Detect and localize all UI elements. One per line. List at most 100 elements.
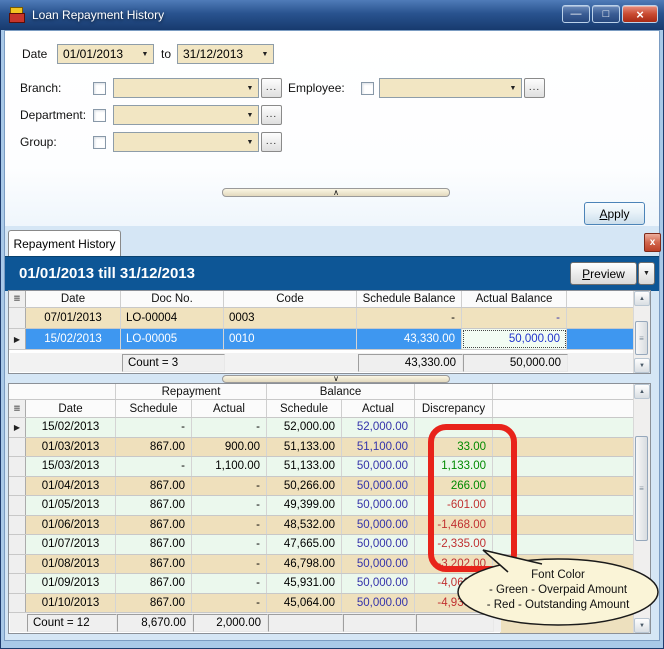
cell-repayment-actual[interactable]: - [192,593,267,612]
cell-actual-balance[interactable]: - [462,308,567,328]
loans-grid-scrollbar[interactable]: ▲ ≡ ▼ [633,291,650,373]
table-row[interactable]: ▶ 15/02/2013 - - 52,000.00 52,000.00 - [9,418,650,438]
table-row[interactable]: 01/06/2013 867.00 - 48,532.00 50,000.00 … [9,515,650,535]
cell-balance-schedule[interactable]: 47,665.00 [267,535,342,554]
cell-repayment-actual[interactable]: - [192,418,267,437]
cell-date[interactable]: 01/09/2013 [26,574,116,593]
cell-date[interactable]: 15/03/2013 [26,457,116,476]
scrollbar-thumb[interactable]: ≡ [635,436,648,541]
cell-discrepancy[interactable]: -2,335.00 [415,535,493,554]
cell-repayment-schedule[interactable]: 867.00 [116,554,192,573]
preview-dropdown-button[interactable]: ▼ [638,262,655,285]
scrollbar-thumb[interactable]: ≡ [635,321,648,355]
cell-date[interactable]: 01/05/2013 [26,496,116,515]
cell-balance-schedule[interactable]: 50,266.00 [267,476,342,495]
close-button[interactable]: × [622,5,658,23]
cell-doc-no[interactable]: LO-00004 [121,308,224,328]
cell-discrepancy[interactable]: -1,468.00 [415,515,493,534]
column-header-discrepancy[interactable]: Discrepancy [415,400,493,417]
cell-balance-actual[interactable]: 50,000.00 [342,496,415,515]
filter-collapse-splitter[interactable]: ∧ [222,188,450,197]
cell-discrepancy[interactable]: - [415,418,493,437]
table-row[interactable]: 07/01/2013 LO-00004 0003 - - [9,308,650,329]
cell-doc-no[interactable]: LO-00005 [121,329,224,349]
cell-balance-schedule[interactable]: 51,133.00 [267,437,342,456]
cell-balance-schedule[interactable]: 51,133.00 [267,457,342,476]
cell-repayment-actual[interactable]: - [192,476,267,495]
cell-repayment-schedule[interactable]: - [116,457,192,476]
cell-repayment-schedule[interactable]: 867.00 [116,515,192,534]
cell-date[interactable]: 01/06/2013 [26,515,116,534]
cell-discrepancy[interactable]: 33.00 [415,437,493,456]
department-checkbox[interactable] [93,109,106,122]
cell-actual-balance-focused[interactable]: 50,000.00 [462,329,567,349]
scroll-down-icon[interactable]: ▼ [634,358,650,373]
column-header-schedule-balance[interactable]: Schedule Balance [357,291,462,307]
grid-splitter[interactable]: ∨ [222,375,450,383]
cell-repayment-actual[interactable]: 900.00 [192,437,267,456]
cell-date[interactable]: 01/08/2013 [26,554,116,573]
table-row[interactable]: 01/03/2013 867.00 900.00 51,133.00 51,10… [9,437,650,457]
employee-browse-button[interactable]: ... [524,78,545,98]
cell-repayment-schedule[interactable]: 867.00 [116,496,192,515]
column-header-repayment-actual[interactable]: Actual [192,400,267,417]
cell-repayment-schedule[interactable]: - [116,418,192,437]
scroll-down-icon[interactable]: ▼ [634,618,650,633]
group-browse-button[interactable]: ... [261,132,282,152]
column-header-actual-balance[interactable]: Actual Balance [462,291,567,307]
cell-date[interactable]: 01/03/2013 [26,437,116,456]
cell-balance-actual[interactable]: 50,000.00 [342,574,415,593]
cell-balance-schedule[interactable]: 45,931.00 [267,574,342,593]
cell-repayment-schedule[interactable]: 867.00 [116,535,192,554]
column-header-balance-schedule[interactable]: Schedule [267,400,342,417]
column-header-balance-actual[interactable]: Actual [342,400,415,417]
table-row-selected[interactable]: ▶ 15/02/2013 LO-00005 0010 43,330.00 50,… [9,329,650,350]
column-header-date[interactable]: Date [26,400,116,417]
cell-balance-actual[interactable]: 50,000.00 [342,535,415,554]
cell-date[interactable]: 01/10/2013 [26,593,116,612]
cell-code[interactable]: 0003 [224,308,357,328]
cell-balance-actual[interactable]: 50,000.00 [342,593,415,612]
cell-repayment-schedule[interactable]: 867.00 [116,476,192,495]
date-from-select[interactable]: 01/01/2013 ▼ [57,44,154,64]
cell-balance-actual[interactable]: 50,000.00 [342,476,415,495]
cell-balance-schedule[interactable]: 48,532.00 [267,515,342,534]
cell-code[interactable]: 0010 [224,329,357,349]
cell-repayment-actual[interactable]: 1,100.00 [192,457,267,476]
cell-balance-actual[interactable]: 51,100.00 [342,437,415,456]
employee-select[interactable]: ▼ [379,78,522,98]
cell-discrepancy[interactable]: 266.00 [415,476,493,495]
restore-button[interactable]: □ [592,5,620,23]
branch-select[interactable]: ▼ [113,78,259,98]
cell-schedule-balance[interactable]: - [357,308,462,328]
cell-balance-schedule[interactable]: 46,798.00 [267,554,342,573]
branch-checkbox[interactable] [93,82,106,95]
cell-repayment-actual[interactable]: - [192,554,267,573]
cell-repayment-actual[interactable]: - [192,515,267,534]
cell-balance-actual[interactable]: 50,000.00 [342,515,415,534]
cell-repayment-schedule[interactable]: 867.00 [116,593,192,612]
tab-close-button[interactable]: x [644,233,661,252]
department-browse-button[interactable]: ... [261,105,282,125]
table-row[interactable]: 01/05/2013 867.00 - 49,399.00 50,000.00 … [9,496,650,516]
branch-browse-button[interactable]: ... [261,78,282,98]
employee-checkbox[interactable] [361,82,374,95]
cell-discrepancy[interactable]: 1,133.00 [415,457,493,476]
cell-repayment-schedule[interactable]: 867.00 [116,574,192,593]
cell-repayment-actual[interactable]: - [192,496,267,515]
cell-repayment-actual[interactable]: - [192,574,267,593]
scroll-up-icon[interactable]: ▲ [634,291,650,306]
cell-repayment-schedule[interactable]: 867.00 [116,437,192,456]
group-checkbox[interactable] [93,136,106,149]
cell-repayment-actual[interactable]: - [192,535,267,554]
cell-balance-schedule[interactable]: 45,064.00 [267,593,342,612]
cell-discrepancy[interactable]: -601.00 [415,496,493,515]
date-to-select[interactable]: 31/12/2013 ▼ [177,44,274,64]
preview-button[interactable]: Preview [570,262,637,285]
column-header-code[interactable]: Code [224,291,357,307]
cell-balance-schedule[interactable]: 52,000.00 [267,418,342,437]
scroll-up-icon[interactable]: ▲ [634,384,650,399]
cell-schedule-balance[interactable]: 43,330.00 [357,329,462,349]
table-row[interactable]: 01/07/2013 867.00 - 47,665.00 50,000.00 … [9,535,650,555]
title-bar[interactable]: Loan Repayment History — □ × [0,0,664,30]
